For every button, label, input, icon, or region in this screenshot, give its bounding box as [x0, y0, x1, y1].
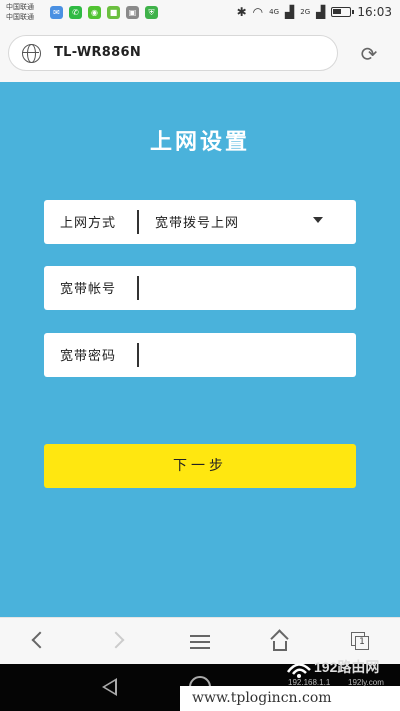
address-bar[interactable]: TL-WR886N	[8, 35, 338, 71]
account-label: 宽带帐号	[60, 282, 117, 297]
field-divider	[137, 343, 139, 367]
page-title: 上网设置	[149, 130, 250, 155]
wechat-icon: ◉	[88, 6, 101, 19]
screen: 中国联通 中国联通 ✉ ✆ ◉ ■ ▣ ⛨ ✱ ◠ 4G ▟ 2G ▟ 16:0…	[0, 0, 400, 711]
wifi-icon: ◠	[252, 5, 264, 19]
forward-icon	[107, 631, 125, 649]
field-divider	[137, 210, 139, 234]
signal-2-icon: ▟	[316, 5, 326, 19]
home-icon	[270, 629, 289, 651]
system-back-icon[interactable]	[102, 678, 117, 696]
connection-type-label: 上网方式	[60, 216, 117, 231]
message-app-icon: ✆	[69, 6, 82, 19]
notification-app-icon: ✉	[50, 6, 63, 19]
carrier-info: 中国联通 中国联通	[6, 2, 34, 22]
dropdown-arrow-icon[interactable]	[313, 217, 323, 223]
forward-button[interactable]	[80, 618, 160, 665]
menu-button[interactable]	[160, 618, 240, 665]
watermark-logo-text: 192路由网	[314, 659, 379, 675]
connection-type-value[interactable]: 宽带拨号上网	[155, 212, 239, 231]
setup-page: 上网设置 上网方式 宽带拨号上网 宽带帐号 宽带密码 下一步	[0, 82, 400, 617]
watermark-wifi-arc-small	[292, 668, 307, 675]
image-icon: ▣	[126, 6, 139, 19]
back-button[interactable]	[0, 618, 80, 665]
watermark-url: www.tplogincn.com	[180, 686, 400, 711]
signal-2-label: 2G	[300, 8, 311, 16]
bluetooth-icon: ✱	[236, 5, 247, 19]
notification-icons: ✉ ✆ ◉ ■ ▣ ⛨	[50, 6, 158, 19]
menu-icon	[190, 635, 210, 649]
status-right: ✱ ◠ 4G ▟ 2G ▟ 16:03	[237, 5, 392, 19]
next-button[interactable]: 下一步	[44, 444, 356, 488]
carrier-1: 中国联通	[6, 3, 34, 11]
status-bar: 中国联通 中国联通 ✉ ✆ ◉ ■ ▣ ⛨ ✱ ◠ 4G ▟ 2G ▟ 16:0…	[0, 0, 400, 27]
globe-icon	[22, 44, 41, 63]
tabs-count: 1	[355, 636, 369, 650]
connection-type-select[interactable]: 上网方式 宽带拨号上网	[44, 200, 356, 244]
tabs-icon: 1	[351, 632, 369, 650]
signal-1-icon: ▟	[285, 5, 295, 19]
browser-address-area: TL-WR886N ⟳	[0, 27, 400, 82]
app-icon: ■	[107, 6, 120, 19]
signal-1-label: 4G	[269, 8, 280, 16]
back-icon	[31, 631, 49, 649]
field-divider	[137, 276, 139, 300]
password-label: 宽带密码	[60, 349, 117, 364]
account-field[interactable]: 宽带帐号	[44, 266, 356, 310]
url-text[interactable]: TL-WR886N	[54, 45, 141, 60]
watermark-logo: 192路由网 192.168.1.1 192ly.com	[286, 659, 384, 687]
clock: 16:03	[357, 5, 392, 19]
reload-icon[interactable]: ⟳	[358, 43, 380, 65]
password-field[interactable]: 宽带密码	[44, 333, 356, 377]
account-input[interactable]	[144, 272, 344, 304]
shield-icon: ⛨	[145, 6, 158, 19]
battery-icon	[331, 7, 355, 17]
password-input[interactable]	[144, 339, 344, 371]
carrier-2: 中国联通	[6, 13, 34, 21]
